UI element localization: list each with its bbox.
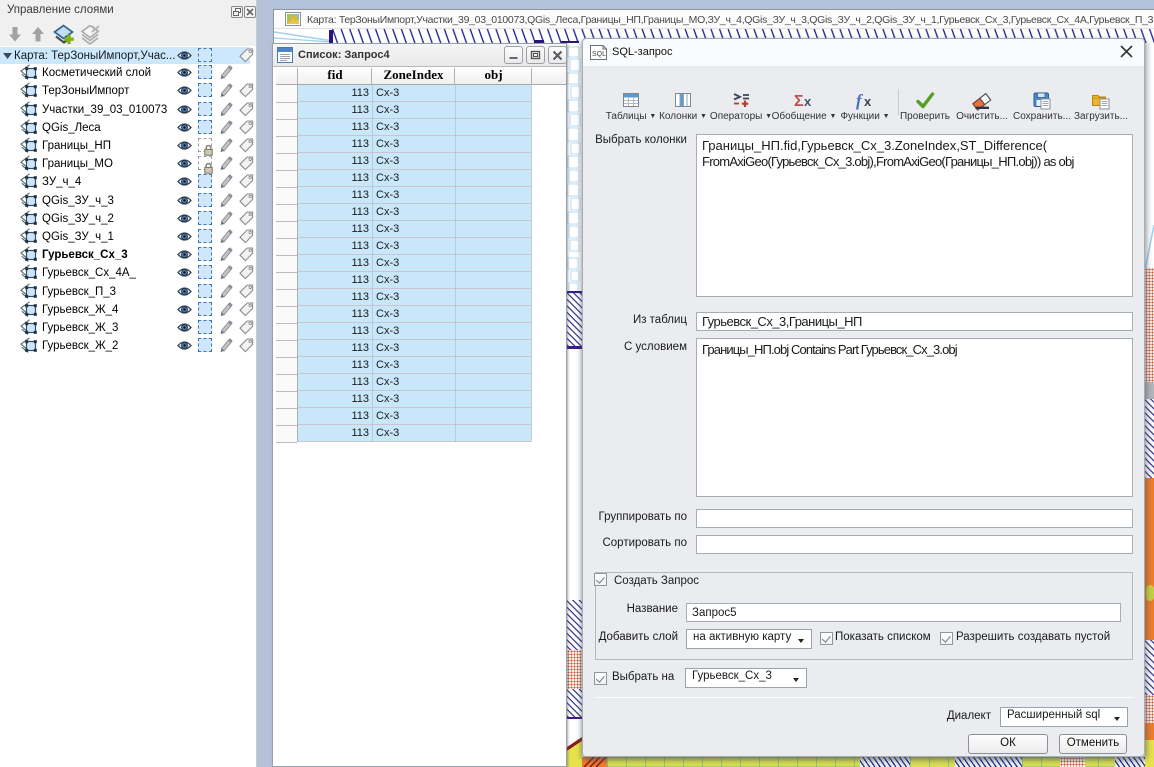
- svg-text:x: x: [804, 94, 812, 109]
- svg-text:x: x: [864, 94, 872, 109]
- svg-text:Σ: Σ: [794, 93, 804, 110]
- svg-text:SQL: SQL: [592, 51, 606, 58]
- svg-text:f: f: [856, 91, 864, 110]
